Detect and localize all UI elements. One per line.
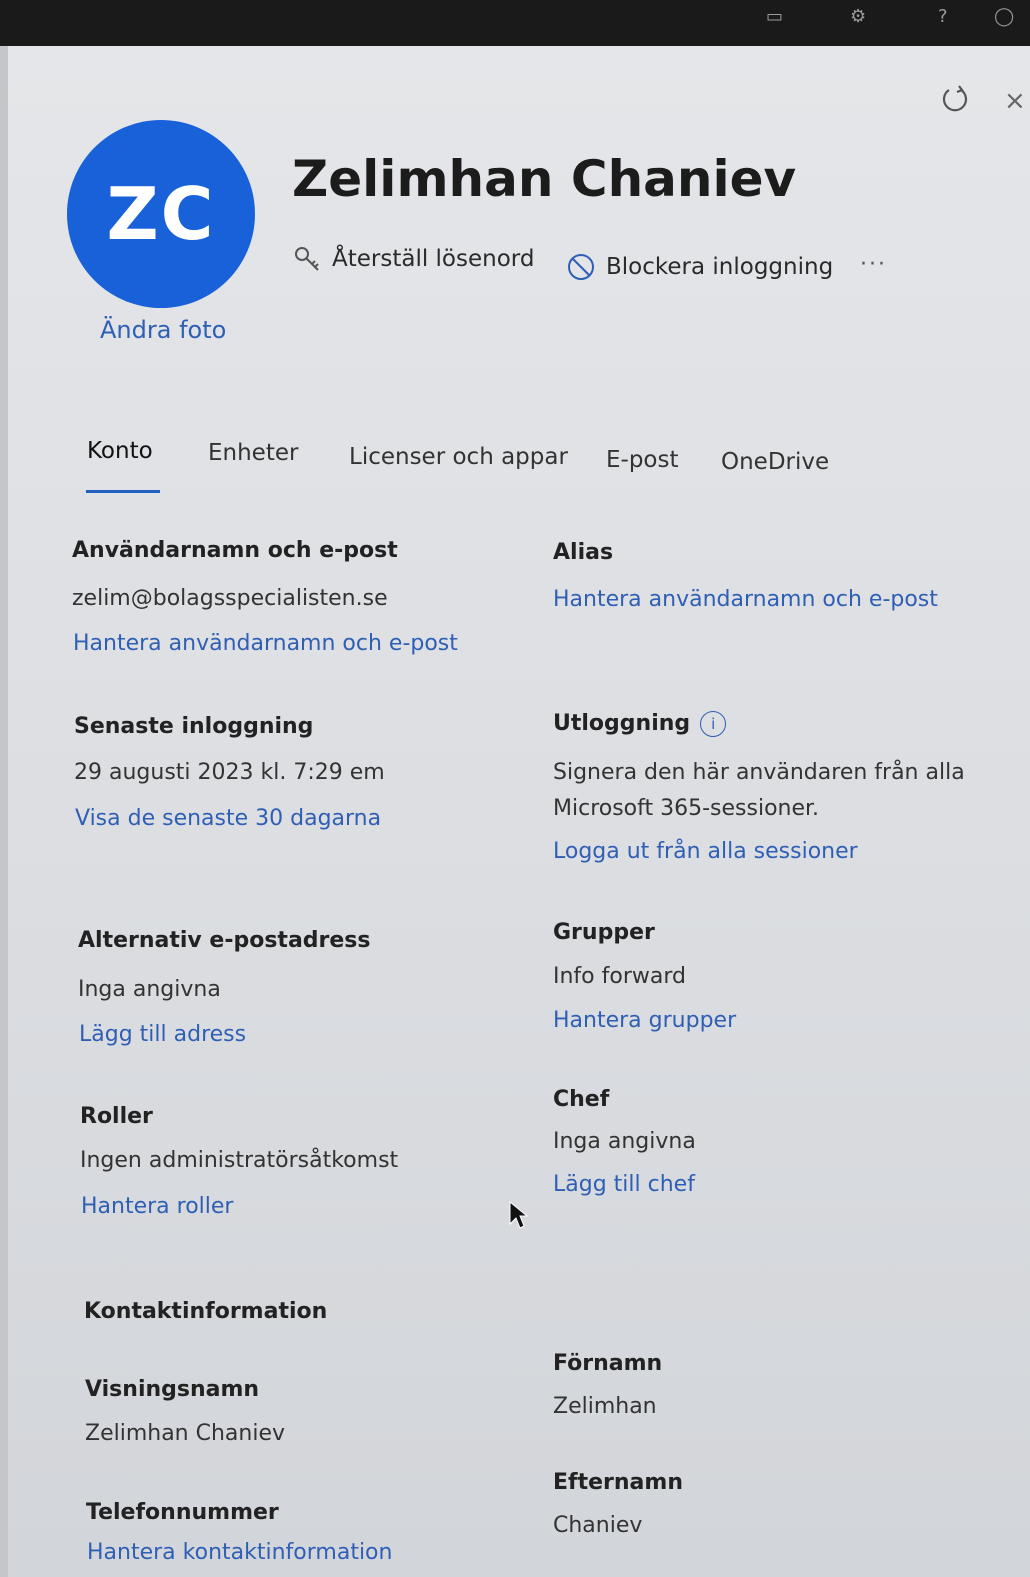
groups-label: Grupper xyxy=(553,920,655,945)
signout-label: Utloggning i xyxy=(553,711,727,737)
block-signin-label: Blockera inloggning xyxy=(606,254,834,280)
block-signin-button[interactable]: Blockera inloggning xyxy=(566,252,833,282)
active-tab-indicator xyxy=(86,490,160,493)
first-name-label: Förnamn xyxy=(553,1351,663,1376)
refresh-icon[interactable] xyxy=(938,82,972,116)
username-value: zelim@bolagsspecialisten.se xyxy=(72,586,388,611)
manager-label: Chef xyxy=(553,1087,610,1112)
manage-alias-link[interactable]: Hantera användarnamn och e-post xyxy=(553,587,938,612)
username-label: Användarnamn och e-post xyxy=(72,538,398,563)
contact-info-heading: Kontaktinformation xyxy=(84,1299,328,1324)
close-icon[interactable]: × xyxy=(1004,86,1026,116)
avatar: ZC xyxy=(67,120,255,308)
manage-contact-info-link[interactable]: Hantera kontaktinformation xyxy=(87,1540,392,1565)
last-name-label: Efternamn xyxy=(553,1470,683,1495)
tab-mail[interactable]: E-post xyxy=(606,447,679,473)
mouse-pointer-icon xyxy=(509,1200,528,1229)
last-name-value: Chaniev xyxy=(553,1513,643,1538)
signout-description-line2: Microsoft 365-sessioner. xyxy=(553,796,820,821)
last-signin-value: 29 augusti 2023 kl. 7:29 em xyxy=(74,760,385,785)
roles-value: Ingen administratörsåtkomst xyxy=(80,1148,399,1173)
tab-account[interactable]: Konto xyxy=(87,438,153,464)
display-name-value: Zelimhan Chaniev xyxy=(85,1421,286,1446)
user-name-title: Zelimhan Chaniev xyxy=(292,150,797,208)
add-manager-link[interactable]: Lägg till chef xyxy=(553,1172,695,1197)
settings-icon[interactable]: ⚙ xyxy=(850,6,866,27)
change-photo-link[interactable]: Ändra foto xyxy=(100,316,226,344)
phone-label: Telefonnummer xyxy=(86,1500,279,1525)
alias-label: Alias xyxy=(553,540,614,565)
help-icon[interactable]: ? xyxy=(938,6,948,27)
add-address-link[interactable]: Lägg till adress xyxy=(79,1022,246,1047)
tab-devices[interactable]: Enheter xyxy=(208,440,298,466)
manager-value: Inga angivna xyxy=(553,1129,696,1154)
view-last-30-days-link[interactable]: Visa de senaste 30 dagarna xyxy=(75,806,381,831)
block-icon xyxy=(568,254,594,280)
info-icon[interactable]: i xyxy=(700,711,727,737)
signout-description-line1: Signera den här användaren från alla xyxy=(553,760,965,785)
display-name-label: Visningsnamn xyxy=(85,1377,260,1402)
more-actions-button[interactable]: ··· xyxy=(860,252,887,277)
groups-value: Info forward xyxy=(553,964,686,989)
first-name-value: Zelimhan xyxy=(553,1394,657,1419)
roles-label: Roller xyxy=(80,1104,153,1129)
reset-password-label: Återställ lösenord xyxy=(332,246,535,272)
last-signin-label: Senaste inloggning xyxy=(74,714,314,739)
account-icon[interactable]: ◯ xyxy=(994,6,1014,27)
reset-password-button[interactable]: Återställ lösenord xyxy=(292,244,534,274)
manage-username-link[interactable]: Hantera användarnamn och e-post xyxy=(73,631,458,656)
manage-roles-link[interactable]: Hantera roller xyxy=(81,1194,233,1219)
avatar-initials: ZC xyxy=(106,172,216,256)
signout-label-text: Utloggning xyxy=(553,711,691,736)
tab-licenses[interactable]: Licenser och appar xyxy=(349,444,568,470)
top-bar: ▭ ⚙ ? ◯ xyxy=(0,0,1030,46)
left-edge xyxy=(0,46,8,1577)
tab-onedrive[interactable]: OneDrive xyxy=(721,449,829,475)
alt-email-value: Inga angivna xyxy=(78,977,221,1002)
alt-email-label: Alternativ e-postadress xyxy=(78,928,371,953)
key-icon xyxy=(295,247,319,271)
screen-icon[interactable]: ▭ xyxy=(766,6,783,27)
manage-groups-link[interactable]: Hantera grupper xyxy=(553,1008,736,1033)
signout-all-sessions-link[interactable]: Logga ut från alla sessioner xyxy=(553,839,858,864)
